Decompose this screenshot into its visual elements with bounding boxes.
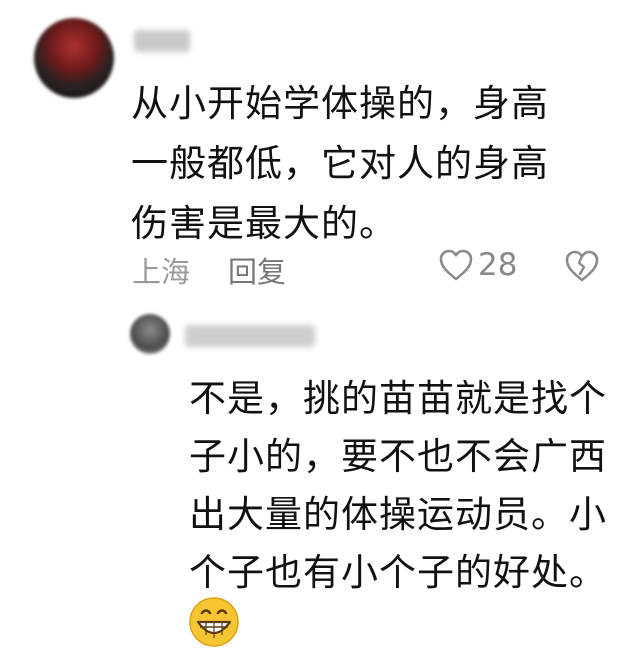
reply-comment-username-blurred[interactable] <box>185 325 315 347</box>
main-comment-meta: 上海 回复 28 <box>132 245 610 289</box>
main-comment-username-blurred[interactable] <box>134 30 190 52</box>
dislike-button[interactable] <box>564 249 600 290</box>
main-comment-text: 从小开始学体操的，身高一般都低，它对人的身高伤害是最大的。 <box>131 82 549 245</box>
reply-button[interactable]: 回复 <box>228 249 286 291</box>
heart-icon <box>439 249 473 281</box>
main-comment-avatar[interactable] <box>34 18 114 98</box>
comment-location: 上海 <box>132 255 191 289</box>
reply-comment-avatar[interactable] <box>130 314 170 354</box>
broken-heart-icon <box>565 250 599 282</box>
like-count: 28 <box>478 247 518 283</box>
like-button[interactable]: 28 <box>438 247 517 283</box>
reply-comment-text: 不是，挑的苗苗就是找个子小的，要不也不会广西出大量的体操运动员。小个子也有小个子… <box>189 377 607 594</box>
grinning-face-emoji <box>189 597 239 647</box>
